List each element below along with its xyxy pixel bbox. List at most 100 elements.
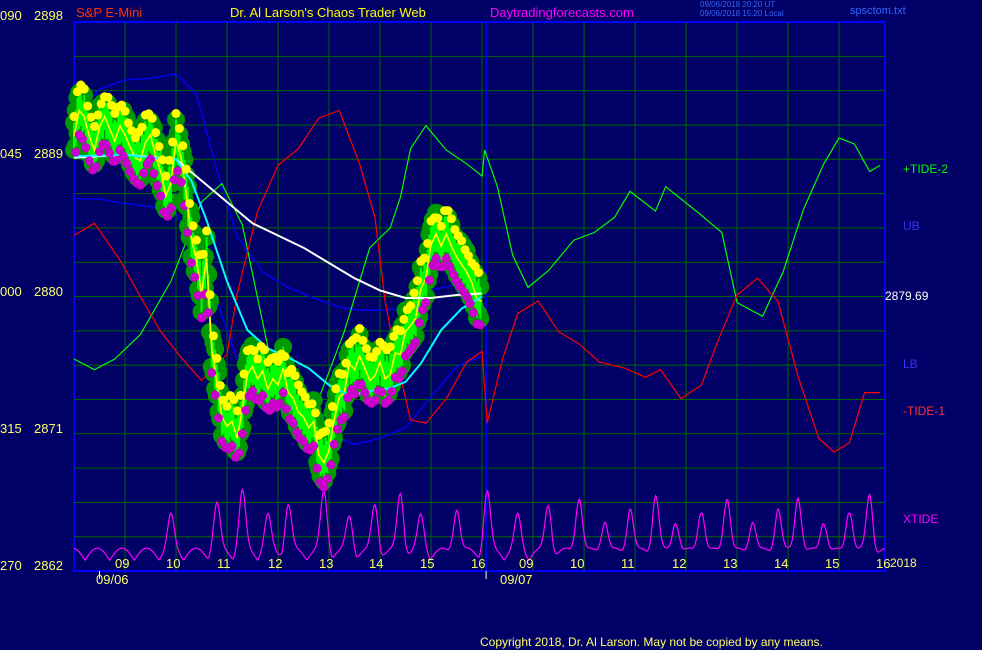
high-dot: [174, 123, 184, 133]
low-dot: [81, 143, 91, 153]
x-hour-label: 09: [519, 556, 534, 571]
high-dot: [239, 369, 249, 379]
x-hour-label: 11: [217, 556, 231, 571]
high-dot: [232, 406, 242, 416]
low-dot: [248, 386, 258, 396]
low-dot: [329, 439, 339, 449]
high-dot: [205, 290, 215, 300]
high-dot: [395, 326, 405, 336]
low-dot: [78, 134, 88, 144]
low-dot: [475, 320, 485, 330]
high-dot: [188, 221, 198, 231]
x-hour-label: 12: [268, 556, 283, 571]
x-hour-label: 11: [621, 556, 635, 571]
symbol-title: S&P E-Mini: [76, 5, 143, 20]
high-dot: [327, 402, 337, 412]
y-index-label: 270: [0, 558, 22, 573]
y-index-label: 315: [0, 421, 22, 436]
low-dot: [319, 482, 329, 492]
high-dot: [154, 142, 164, 152]
high-dot: [171, 109, 181, 118]
low-dot: [333, 424, 343, 434]
low-dot: [414, 318, 424, 328]
x-hour-label: 14: [369, 556, 384, 571]
high-dot: [202, 226, 212, 236]
low-dot: [465, 299, 475, 309]
y-price-label: 2871: [34, 421, 63, 436]
author-title: Dr. Al Larson's Chaos Trader Web: [230, 5, 426, 20]
high-dot: [120, 106, 130, 116]
high-dot: [406, 301, 416, 311]
high-dot: [331, 384, 341, 394]
low-dot: [234, 448, 244, 458]
y-price-label: 2862: [34, 558, 63, 573]
high-dot: [181, 164, 191, 174]
site-link[interactable]: Daytradingforecasts.com: [490, 6, 634, 19]
x-hour-label: 10: [570, 556, 585, 571]
low-dot: [210, 390, 220, 400]
year-label: 2018: [890, 556, 917, 570]
low-dot: [166, 203, 176, 213]
y-index-label: 090: [0, 8, 22, 23]
low-dot: [377, 387, 387, 397]
high-dot: [409, 288, 419, 298]
low-dot: [258, 391, 268, 401]
low-dot: [227, 441, 237, 451]
low-dot: [207, 368, 217, 378]
x-hour-label: 13: [723, 556, 738, 571]
low-dot: [441, 253, 451, 263]
x-date-label: 09/07: [500, 572, 533, 587]
low-dot: [101, 140, 111, 150]
data-file-name: spsctom.txt: [850, 5, 906, 17]
low-dot: [356, 379, 366, 389]
high-dot: [168, 137, 178, 147]
x-date-label: 09/06: [96, 572, 129, 587]
low-dot: [146, 154, 156, 164]
high-dot: [236, 390, 246, 400]
last-price-label: 2879.69: [885, 289, 929, 303]
low-dot: [71, 147, 81, 157]
low-dot: [360, 388, 370, 398]
tide-plus-2-label: +TIDE-2: [903, 162, 949, 176]
y-index-label: 000: [0, 284, 22, 299]
low-dot: [105, 148, 115, 158]
low-dot: [278, 388, 288, 398]
low-dot: [190, 272, 200, 282]
x-hour-label: 15: [420, 556, 435, 571]
low-dot: [469, 308, 479, 318]
x-hour-label: 14: [774, 556, 789, 571]
high-dot: [215, 380, 225, 390]
high-dot: [253, 354, 263, 364]
low-dot: [384, 395, 394, 405]
high-dot: [423, 238, 433, 248]
high-dot: [198, 249, 208, 259]
low-dot: [397, 366, 407, 376]
low-dot: [322, 474, 332, 484]
low-dot: [312, 463, 322, 473]
high-dot: [436, 221, 446, 231]
y-price-label: 2880: [34, 284, 63, 299]
high-dot: [191, 235, 201, 245]
high-dot: [259, 345, 269, 355]
high-dot: [79, 84, 89, 94]
x-hour-label: 10: [166, 556, 181, 571]
tide-minus-1-label: -TIDE-1: [903, 404, 945, 418]
high-dot: [307, 399, 317, 409]
low-dot: [241, 405, 251, 415]
high-dot: [355, 324, 365, 334]
high-dot: [358, 335, 368, 345]
high-dot: [89, 121, 99, 131]
x-ticks: [99, 571, 487, 579]
low-dot: [326, 460, 336, 470]
low-dot: [350, 389, 360, 399]
high-dot: [212, 353, 222, 363]
low-dot: [91, 162, 101, 172]
x-hour-label: 09: [115, 556, 130, 571]
low-dot: [370, 395, 380, 405]
high-dot: [147, 113, 157, 123]
y-price-label: 2898: [34, 8, 63, 23]
high-dot: [83, 101, 93, 111]
lower-band-label: LB: [903, 357, 918, 371]
y-index-label: 045: [0, 146, 22, 161]
high-dot: [164, 155, 174, 165]
